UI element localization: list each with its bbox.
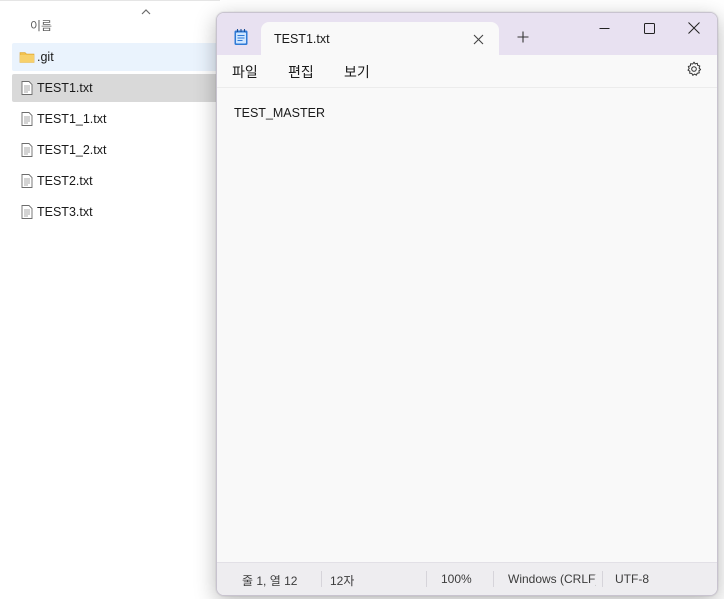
plus-icon [517, 31, 529, 43]
file-name: TEST2.txt [37, 174, 93, 188]
name-column-label: 이름 [30, 19, 53, 33]
tab-label: TEST1.txt [274, 32, 330, 46]
notepad-window: TEST1.txt 파일 편집 보기 TEST_MASTER 줄 1, 열 12… [216, 12, 718, 596]
menu-edit[interactable]: 편집 [288, 62, 314, 82]
file-name: TEST1.txt [37, 81, 93, 95]
menu-view[interactable]: 보기 [344, 62, 370, 82]
line-ending[interactable]: Windows (CRLF) [508, 572, 596, 586]
maximize-icon [643, 22, 655, 34]
file-name: .git [37, 50, 54, 64]
character-count: 12자 [330, 574, 355, 588]
minimize-icon [599, 27, 609, 29]
file-list: .git TEST1.txt TEST1_1.txt TEST1_2.txt T… [12, 43, 228, 229]
status-divider [602, 571, 603, 587]
file-name: TEST3.txt [37, 205, 93, 219]
editor-content: TEST_MASTER [234, 106, 325, 120]
file-row-test2[interactable]: TEST2.txt [12, 167, 228, 195]
text-file-icon [21, 205, 33, 219]
folder-icon [19, 52, 35, 63]
close-window-button[interactable] [671, 13, 717, 43]
name-column-header[interactable]: 이름 [0, 0, 220, 36]
file-row-test1-2[interactable]: TEST1_2.txt [12, 136, 228, 164]
new-tab-button[interactable] [515, 29, 531, 45]
text-file-icon [21, 143, 33, 157]
file-row-test1[interactable]: TEST1.txt [12, 74, 228, 102]
zoom-level[interactable]: 100% [441, 572, 472, 586]
file-name: TEST1_1.txt [37, 112, 107, 126]
title-bar[interactable]: TEST1.txt [217, 13, 717, 56]
encoding[interactable]: UTF-8 [615, 572, 649, 586]
notepad-icon [234, 29, 248, 45]
settings-gear-icon[interactable] [686, 61, 702, 77]
text-file-icon [21, 112, 33, 126]
status-divider [493, 571, 494, 587]
text-file-icon [21, 81, 33, 95]
file-row-test1-1[interactable]: TEST1_1.txt [12, 105, 228, 133]
menu-bar: 파일 편집 보기 [217, 55, 717, 87]
text-file-icon [21, 174, 33, 188]
file-name: TEST1_2.txt [37, 143, 107, 157]
file-row-git[interactable]: .git [12, 43, 228, 71]
menu-file[interactable]: 파일 [232, 62, 258, 82]
minimize-button[interactable] [581, 13, 627, 43]
maximize-button[interactable] [626, 13, 672, 43]
text-editor[interactable]: TEST_MASTER [217, 87, 717, 563]
close-icon [473, 34, 483, 44]
file-row-test3[interactable]: TEST3.txt [12, 198, 228, 226]
tab-close-button[interactable] [470, 31, 486, 47]
status-divider [321, 571, 322, 587]
status-divider [426, 571, 427, 587]
tab-test1[interactable]: TEST1.txt [261, 22, 499, 56]
sort-ascending-icon [141, 9, 151, 15]
status-bar: 줄 1, 열 12 12자 100% Windows (CRLF) UTF-8 [217, 562, 717, 595]
cursor-position[interactable]: 줄 1, 열 12 [242, 572, 297, 589]
close-icon [688, 22, 700, 34]
